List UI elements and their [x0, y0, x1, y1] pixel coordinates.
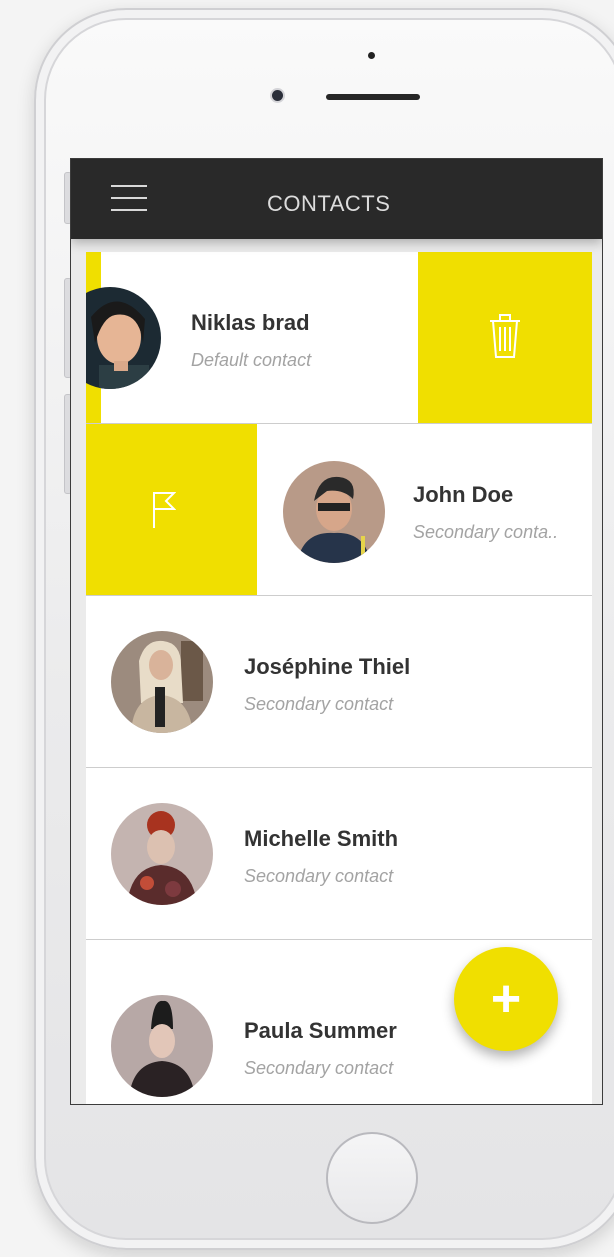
trash-icon — [490, 314, 520, 358]
contact-subtitle: Default contact — [191, 350, 312, 370]
page-title: CONTACTS — [267, 191, 391, 216]
contact-subtitle: Secondary contact — [244, 1058, 394, 1078]
contact-name: Niklas brad — [191, 310, 310, 335]
contact-subtitle: Secondary conta.. — [413, 522, 559, 542]
avatar — [111, 631, 213, 733]
home-button[interactable] — [326, 1132, 418, 1224]
proximity-sensor — [368, 52, 375, 59]
flag-action-button[interactable] — [86, 424, 257, 595]
add-contact-button[interactable]: + — [454, 947, 558, 1051]
front-camera — [272, 90, 283, 101]
delete-action-button[interactable] — [418, 252, 592, 423]
avatar — [111, 803, 213, 905]
app-bar: CONTACTS — [71, 159, 602, 239]
contact-name: Paula Summer — [244, 1018, 397, 1043]
contact-subtitle: Secondary contact — [244, 694, 394, 714]
avatar — [86, 287, 161, 389]
list-item[interactable]: John Doe Secondary conta.. — [86, 424, 592, 596]
avatar — [283, 461, 385, 563]
app-screen: CONTACTS Niklas brad Default contact Joh… — [70, 158, 603, 1105]
list-item[interactable]: Niklas brad Default contact — [86, 252, 592, 424]
hamburger-menu-icon[interactable] — [111, 185, 147, 211]
list-item[interactable]: Joséphine Thiel Secondary contact — [86, 596, 592, 768]
plus-icon: + — [490, 970, 522, 1028]
contact-name: Joséphine Thiel — [244, 654, 411, 679]
avatar — [111, 995, 213, 1097]
flag-icon — [153, 492, 176, 528]
list-item[interactable]: Michelle Smith Secondary contact — [86, 768, 592, 940]
contact-name: Michelle Smith — [244, 826, 399, 851]
earpiece-speaker — [326, 94, 420, 100]
contact-subtitle: Secondary contact — [244, 866, 394, 886]
contact-name: John Doe — [413, 482, 514, 507]
